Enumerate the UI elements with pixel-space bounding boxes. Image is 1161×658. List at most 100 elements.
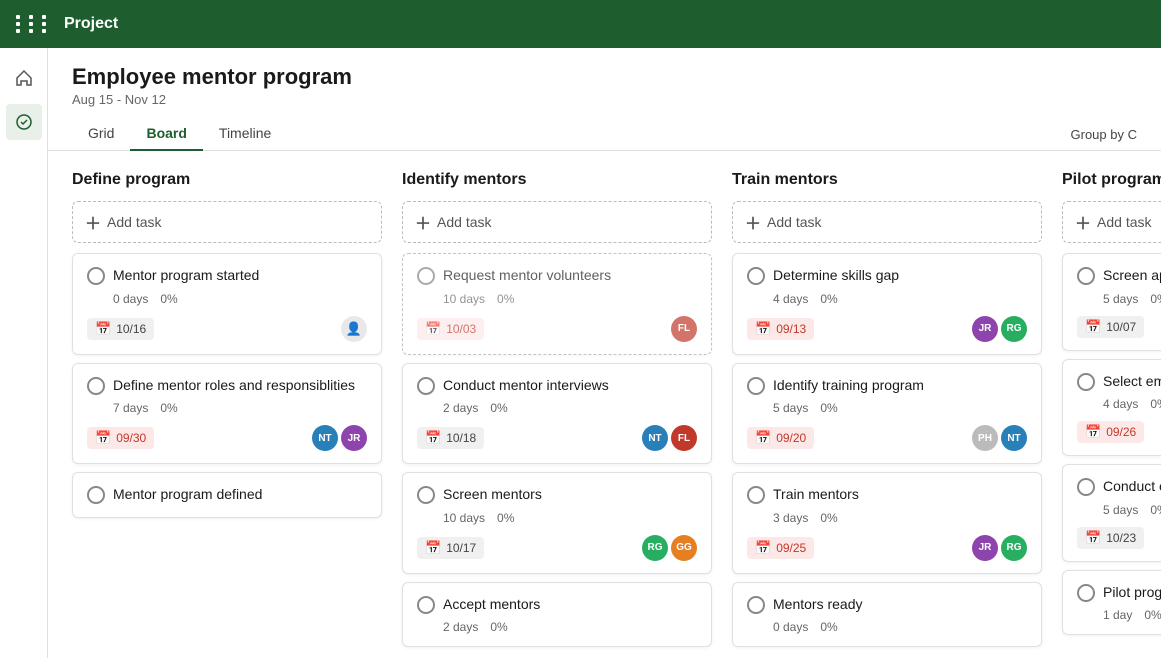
avatar[interactable]: JR: [341, 425, 367, 451]
add-task-button-identify[interactable]: ＋Add task: [402, 201, 712, 243]
avatar[interactable]: NT: [642, 425, 668, 451]
task-meta: 7 days0%: [113, 401, 367, 415]
task-checkbox[interactable]: [1077, 478, 1095, 496]
task-checkbox[interactable]: [417, 267, 435, 285]
avatar[interactable]: FL: [671, 316, 697, 342]
task-avatars: JRRG: [972, 316, 1027, 342]
task-card[interactable]: Screen applicants5 days0%📅10/07: [1062, 253, 1161, 351]
task-date: 📅10/18: [417, 427, 484, 449]
task-percent: 0%: [1144, 608, 1161, 622]
tab-board[interactable]: Board: [130, 117, 202, 151]
avatar[interactable]: JR: [972, 535, 998, 561]
task-days: 2 days: [443, 620, 478, 634]
plus-icon: ＋: [745, 210, 761, 234]
task-top-row: Conduct employee…: [1077, 477, 1161, 497]
task-checkbox[interactable]: [417, 377, 435, 395]
avatar[interactable]: RG: [1001, 535, 1027, 561]
add-task-button-train[interactable]: ＋Add task: [732, 201, 1042, 243]
task-days: 5 days: [773, 401, 808, 415]
task-date: 📅10/23: [1077, 527, 1144, 549]
task-card[interactable]: Request mentor volunteers10 days0%📅10/03…: [402, 253, 712, 355]
task-top-row: Screen mentors: [417, 485, 697, 505]
task-card[interactable]: Mentor program started0 days0%📅10/16👤: [72, 253, 382, 355]
task-footer: 📅09/25JRRG: [747, 535, 1027, 561]
task-percent: 0%: [490, 620, 507, 634]
sidebar: [0, 48, 48, 658]
column-header-define: Define program: [72, 171, 382, 189]
avatar[interactable]: RG: [1001, 316, 1027, 342]
task-card[interactable]: Mentor program defined: [72, 472, 382, 518]
task-card[interactable]: Identify training program5 days0%📅09/20P…: [732, 363, 1042, 465]
task-checkbox[interactable]: [87, 486, 105, 504]
task-card[interactable]: Pilot program1 day0%: [1062, 570, 1161, 636]
task-avatars: RGGG: [642, 535, 697, 561]
avatar[interactable]: NT: [312, 425, 338, 451]
task-name: Define mentor roles and responsiblities: [113, 376, 367, 396]
task-footer: 📅10/18 NTFL: [417, 425, 697, 451]
tab-timeline[interactable]: Timeline: [203, 117, 287, 151]
tab-grid[interactable]: Grid: [72, 117, 130, 151]
task-checkbox[interactable]: [747, 267, 765, 285]
avatar[interactable]: JR: [972, 316, 998, 342]
calendar-icon: 📅: [1085, 424, 1101, 440]
task-days: 5 days: [1103, 292, 1138, 306]
avatar[interactable]: GG: [671, 535, 697, 561]
task-checkbox[interactable]: [417, 596, 435, 614]
task-name: Mentors ready: [773, 595, 1027, 615]
task-checkbox[interactable]: [1077, 267, 1095, 285]
task-card[interactable]: Define mentor roles and responsiblities 7…: [72, 363, 382, 465]
sidebar-item-check[interactable]: [6, 104, 42, 140]
task-name: Determine skills gap: [773, 266, 1027, 286]
task-checkbox[interactable]: [1077, 584, 1095, 602]
task-checkbox[interactable]: [1077, 373, 1095, 391]
avatar[interactable]: RG: [642, 535, 668, 561]
task-card[interactable]: Determine skills gap4 days0%📅09/13JRRG: [732, 253, 1042, 355]
task-name: Train mentors: [773, 485, 1027, 505]
avatar[interactable]: FL: [671, 425, 697, 451]
task-top-row: Mentors ready: [747, 595, 1027, 615]
task-checkbox[interactable]: [747, 486, 765, 504]
task-checkbox[interactable]: [747, 377, 765, 395]
task-meta: 10 days0%: [443, 292, 697, 306]
task-meta: 4 days0%: [773, 292, 1027, 306]
task-card[interactable]: Accept mentors2 days0%: [402, 582, 712, 648]
add-task-button-define[interactable]: ＋Add task: [72, 201, 382, 243]
task-date-value: 09/30: [116, 431, 146, 445]
header-tabs: Grid Board Timeline Group by C: [72, 117, 1137, 150]
task-top-row: Identify training program: [747, 376, 1027, 396]
task-card[interactable]: Screen mentors10 days0%📅10/17RGGG: [402, 472, 712, 574]
task-days: 5 days: [1103, 503, 1138, 517]
task-name: Identify training program: [773, 376, 1027, 396]
add-task-button-pilot[interactable]: ＋Add task: [1062, 201, 1161, 243]
apps-grid-icon[interactable]: [16, 15, 52, 33]
avatar[interactable]: PH: [972, 425, 998, 451]
plus-icon: ＋: [415, 210, 431, 234]
column-identify: Identify mentors＋Add taskRequest mentor …: [402, 171, 712, 651]
sidebar-item-home[interactable]: [6, 60, 42, 96]
task-meta: 4 days0%: [1103, 397, 1161, 411]
calendar-icon: 📅: [425, 540, 441, 556]
group-by-button[interactable]: Group by C: [1071, 119, 1137, 150]
calendar-icon: 📅: [425, 321, 441, 337]
task-meta: 0 days0%: [113, 292, 367, 306]
task-checkbox[interactable]: [417, 486, 435, 504]
task-checkbox[interactable]: [747, 596, 765, 614]
avatar[interactable]: NT: [1001, 425, 1027, 451]
main-content: Employee mentor program Aug 15 - Nov 12 …: [48, 48, 1161, 658]
task-footer: 📅09/30NTJR: [87, 425, 367, 451]
task-card[interactable]: Train mentors3 days0%📅09/25JRRG: [732, 472, 1042, 574]
task-top-row: Select employees: [1077, 372, 1161, 392]
task-card[interactable]: Select employees 4 days0% 📅09/26: [1062, 359, 1161, 457]
task-footer: 📅10/16👤: [87, 316, 367, 342]
task-card[interactable]: Mentors ready0 days0%: [732, 582, 1042, 648]
task-footer: 📅10/17RGGG: [417, 535, 697, 561]
task-card[interactable]: Conduct employee…5 days0%📅10/23: [1062, 464, 1161, 562]
task-checkbox[interactable]: [87, 377, 105, 395]
task-card[interactable]: Conduct mentor interviews2 days0%📅10/18N…: [402, 363, 712, 465]
task-top-row: Conduct mentor interviews: [417, 376, 697, 396]
task-checkbox[interactable]: [87, 267, 105, 285]
assign-icon[interactable]: 👤: [341, 316, 367, 342]
header: Employee mentor program Aug 15 - Nov 12 …: [48, 48, 1161, 151]
task-footer: 📅09/26: [1077, 421, 1161, 443]
task-percent: 0%: [820, 401, 837, 415]
